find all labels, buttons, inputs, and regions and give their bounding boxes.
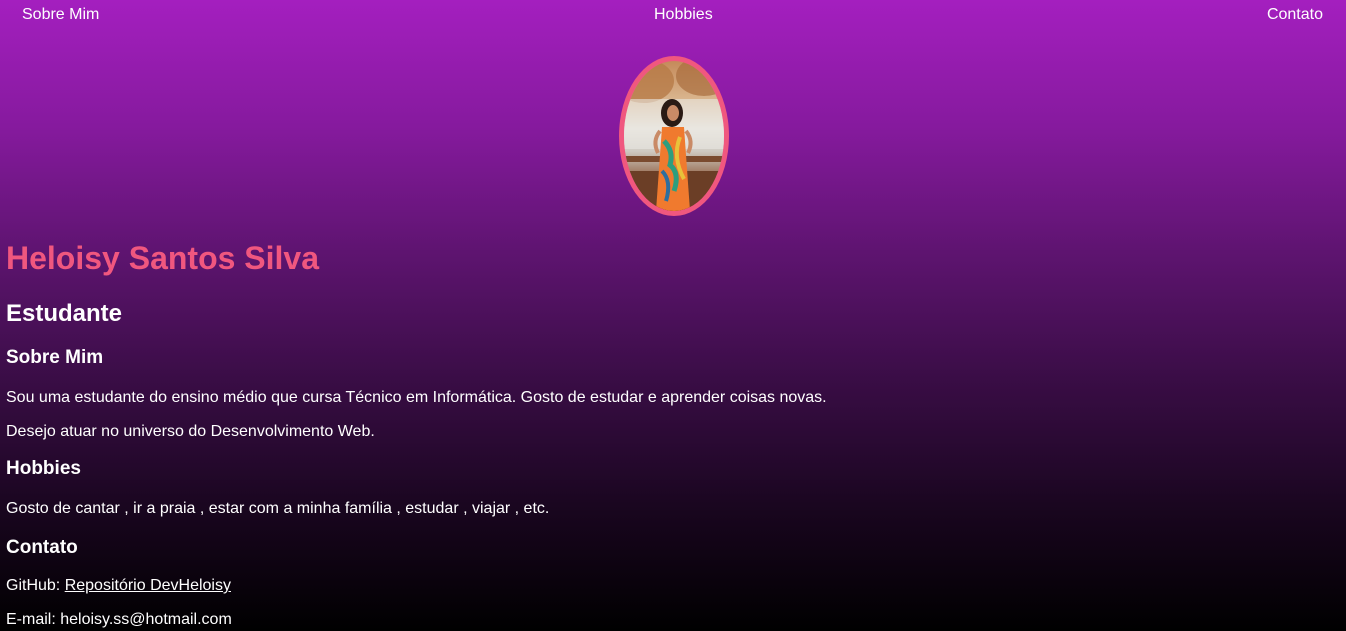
github-repo-link[interactable]: Repositório DevHeloisy <box>65 577 231 594</box>
profile-name: Heloisy Santos Silva <box>6 240 320 276</box>
github-line: GitHub: Repositório DevHeloisy <box>6 577 231 595</box>
section-title-hobbies: Hobbies <box>6 458 81 479</box>
profile-role: Estudante <box>6 300 123 327</box>
top-nav: Sobre Mim Hobbies Contato <box>0 0 1346 30</box>
hobbies-paragraph: Gosto de cantar , ir a praia , estar com… <box>6 500 550 517</box>
nav-link-hobbies[interactable]: Hobbies <box>654 6 713 24</box>
github-label: GitHub: <box>6 577 65 594</box>
about-paragraph-2: Desejo atuar no universo do Desenvolvime… <box>6 423 375 440</box>
section-title-sobre-mim: Sobre Mim <box>6 347 104 368</box>
section-title-contato: Contato <box>6 537 78 558</box>
about-paragraph-1: Sou uma estudante do ensino médio que cu… <box>6 389 827 406</box>
nav-link-contato[interactable]: Contato <box>1267 6 1323 24</box>
profile-photo <box>619 56 729 216</box>
nav-link-sobre-mim[interactable]: Sobre Mim <box>22 6 99 24</box>
email-line: E-mail: heloisy.ss@hotmail.com <box>6 611 232 628</box>
